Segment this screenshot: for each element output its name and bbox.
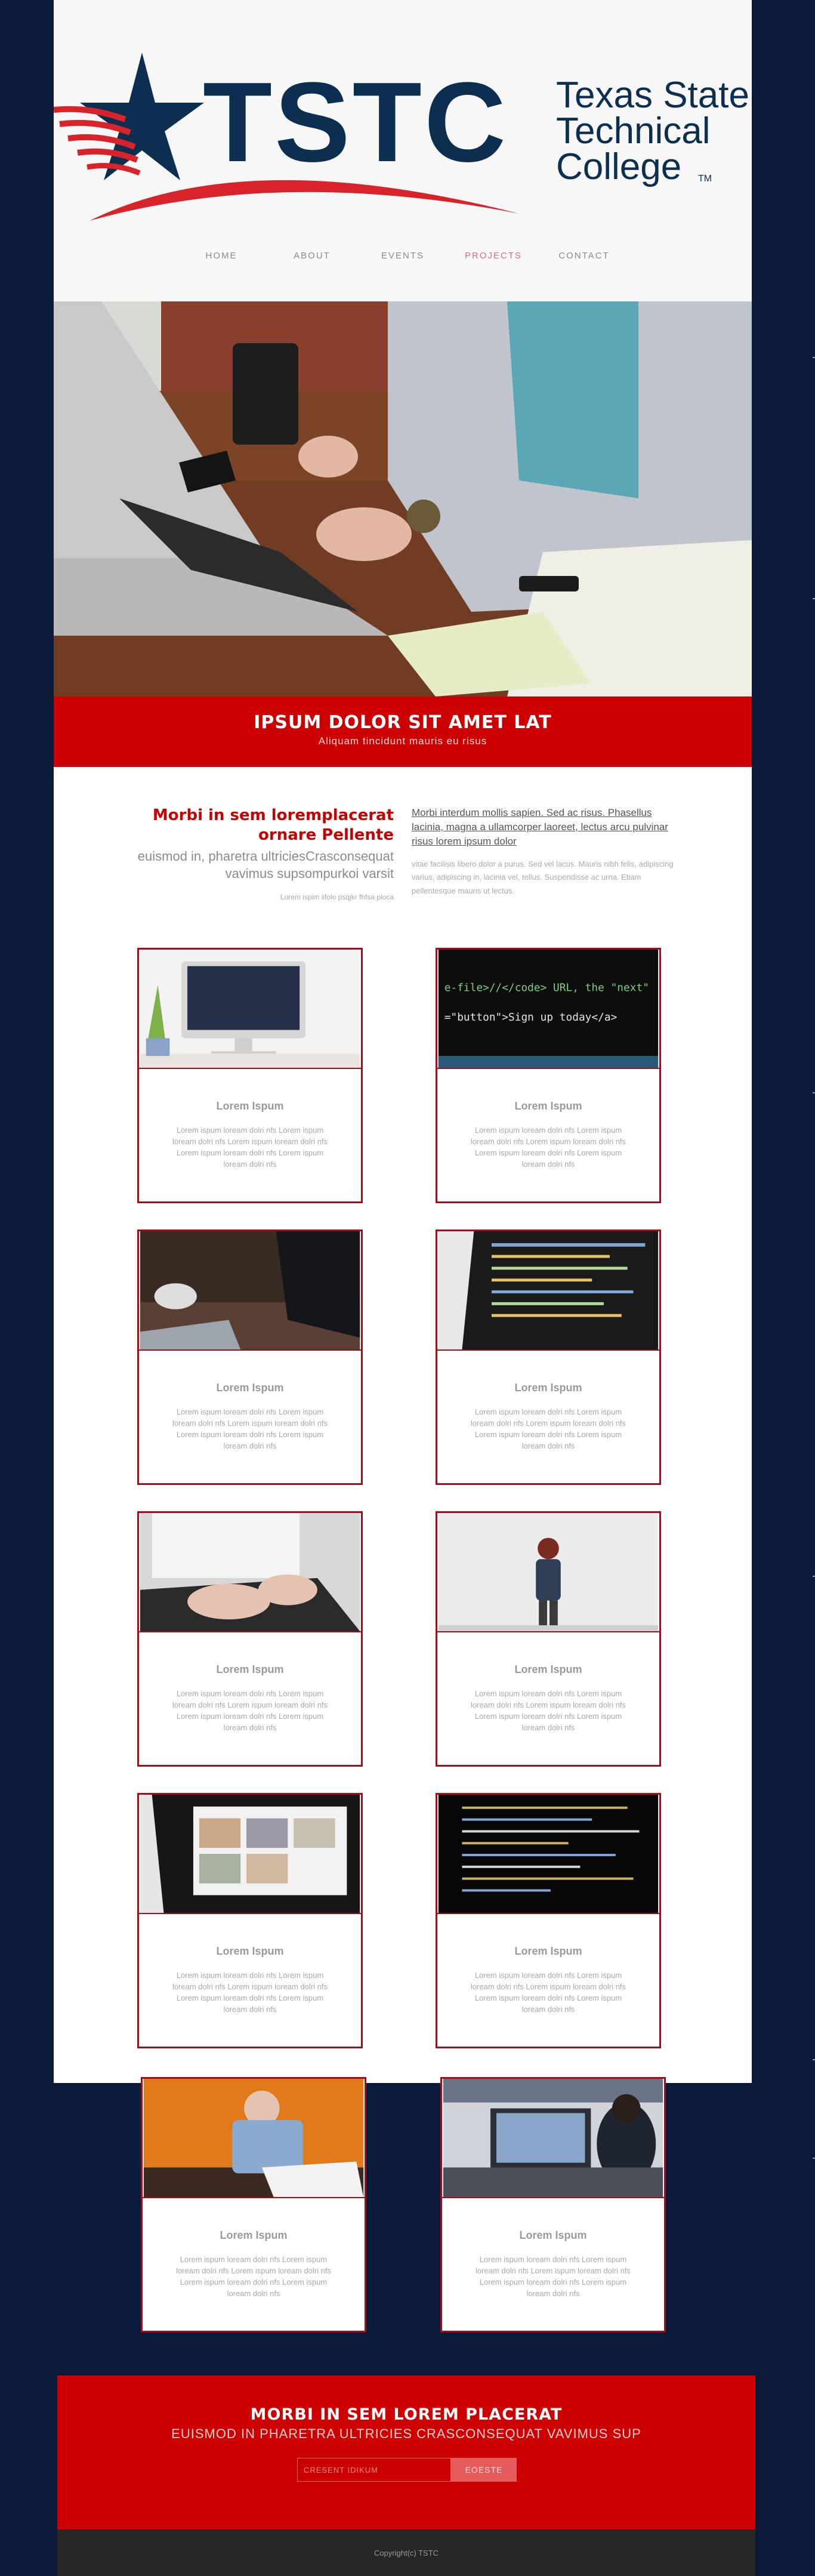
logo-star — [80, 53, 204, 180]
main-nav: HOME ABOUT EVENTS PROJECTS CONTACT — [54, 251, 752, 261]
project-card[interactable]: Lorem Ispum Lorem ispum loream dolri nfs… — [137, 948, 363, 1203]
hero-banner: IPSUM DOLOR SIT AMET LAT Aliquam tincidu… — [54, 697, 752, 767]
card-image-terminal — [437, 1795, 659, 1914]
svg-text:="button">Sign up today</a>: ="button">Sign up today</a> — [444, 1011, 618, 1024]
card-text: Lorem ispum loream dolri nfs Lorem ispum… — [172, 1407, 328, 1450]
card-title: Lorem Ispum — [220, 2229, 288, 2241]
copyright-text: Copyright(c) TSTC — [373, 2549, 439, 2557]
card-text: Lorem ispum loream dolri nfs Lorem ispum… — [470, 1126, 626, 1169]
site-header: TSTC Texas State Technical College TM HO… — [54, 0, 752, 301]
logo-name-line3: College — [556, 146, 681, 187]
logo-name-line1: Texas State — [556, 75, 749, 116]
newsletter-title: MORBI IN SEM LOREM PLACERAT — [250, 2405, 563, 2424]
card-title: Lorem Ispum — [216, 1945, 284, 1957]
card-image-office — [442, 2079, 664, 2198]
intro-small-text: Lorem ispim lifolo psqjkr fhfsa ploca — [280, 893, 394, 902]
card-image-monitor-code — [437, 1231, 659, 1351]
project-card[interactable]: Lorem Ispum Lorem ispum loream dolri nfs… — [436, 1230, 661, 1485]
logo-abbr: TSTC — [203, 59, 508, 186]
newsletter-email-input[interactable] — [297, 2458, 451, 2482]
site-footer: Copyright(c) TSTC — [57, 2529, 755, 2576]
newsletter-section: MORBI IN SEM LOREM PLACERAT EUISMOD IN P… — [57, 2375, 755, 2529]
intro-right: Morbi interdum mollis sapien. Sed ac ris… — [412, 806, 686, 898]
card-text: Lorem ispum loream dolri nfs Lorem ispum… — [172, 1689, 328, 1732]
card-text: Lorem ispum loream dolri nfs Lorem ispum… — [470, 1689, 626, 1732]
card-title: Lorem Ispum — [514, 1945, 582, 1957]
project-card[interactable]: Lorem Ispum Lorem ispum loream dolri nfs… — [440, 2077, 666, 2332]
page-container: TSTC Texas State Technical College TM HO… — [54, 0, 752, 2083]
newsletter-form: EOESTE — [297, 2458, 517, 2482]
card-text: Lorem ispum loream dolri nfs Lorem ispum… — [470, 1971, 626, 2014]
logo-name-line2: Technical — [556, 110, 710, 152]
project-card[interactable]: e-file>//</code> URL, the "next" ="button… — [436, 948, 661, 1203]
card-image-whiteboard — [437, 1513, 659, 1632]
svg-text:e-file>//</code> URL, the "nex: e-file>//</code> URL, the "next" — [444, 981, 649, 994]
card-title: Lorem Ispum — [216, 1100, 284, 1112]
card-title: Lorem Ispum — [216, 1663, 284, 1675]
card-text: Lorem ispum loream dolri nfs Lorem ispum… — [172, 1971, 328, 2014]
project-card[interactable]: Lorem Ispum Lorem ispum loream dolri nfs… — [137, 1793, 363, 2048]
nav-home[interactable]: HOME — [176, 251, 267, 261]
card-title: Lorem Ispum — [216, 1382, 284, 1394]
nav-projects[interactable]: PROJECTS — [448, 251, 539, 261]
card-text: Lorem ispum loream dolri nfs Lorem ispum… — [475, 2255, 631, 2298]
project-card[interactable]: Lorem Ispum Lorem ispum loream dolri nfs… — [436, 1793, 661, 2048]
hero-image — [54, 301, 752, 697]
project-card[interactable]: Lorem Ispum Lorem ispum loream dolri nfs… — [137, 1230, 363, 1485]
nav-contact[interactable]: CONTACT — [539, 251, 629, 261]
project-card[interactable]: Lorem Ispum Lorem ispum loream dolri nfs… — [436, 1511, 661, 1767]
nav-about[interactable]: ABOUT — [267, 251, 357, 261]
card-title: Lorem Ispum — [514, 1382, 582, 1394]
card-image-laptop-gallery — [139, 1795, 361, 1914]
banner-subtitle: Aliquam tincidunt mauris eu risus — [318, 735, 487, 747]
card-text: Lorem ispum loream dolri nfs Lorem ispum… — [172, 1126, 328, 1169]
card-title: Lorem Ispum — [519, 2229, 587, 2241]
card-image-imac — [139, 950, 361, 1069]
project-card[interactable]: Lorem Ispum Lorem ispum loream dolri nfs… — [141, 2077, 366, 2332]
banner-title: IPSUM DOLOR SIT AMET LAT — [254, 712, 552, 733]
card-title: Lorem Ispum — [514, 1100, 582, 1112]
intro-subheading: euismod in, pharetra ultriciesCrasconseq… — [137, 849, 394, 881]
card-image-typing — [139, 1513, 361, 1632]
logo-tm: TM — [698, 174, 712, 184]
card-text: Lorem ispum loream dolri nfs Lorem ispum… — [175, 2255, 332, 2298]
newsletter-subtitle: EUISMOD IN PHARETRA ULTRICIES CRASCONSEQ… — [171, 2426, 641, 2441]
card-image-code: e-file>//</code> URL, the "next" ="button… — [437, 950, 659, 1069]
intro-lead-link[interactable]: Morbi interdum mollis sapien. Sed ac ris… — [412, 806, 686, 848]
card-text: Lorem ispum loream dolri nfs Lorem ispum… — [470, 1407, 626, 1450]
intro-left: Morbi in sem loremplacerat ornare Pellen… — [137, 806, 394, 901]
card-image-writing — [143, 2079, 365, 2198]
tstc-logo[interactable]: TSTC Texas State Technical College TM — [54, 48, 752, 227]
intro-body: vitae facilisis libero dolor a purus. Se… — [412, 859, 674, 895]
intro-heading: Morbi in sem loremplacerat ornare Pellen… — [152, 806, 394, 844]
project-card[interactable]: Lorem Ispum Lorem ispum loream dolri nfs… — [137, 1511, 363, 1767]
scrollbar-marks — [811, 0, 815, 2576]
card-image-desk — [139, 1231, 361, 1351]
card-title: Lorem Ispum — [514, 1663, 582, 1675]
nav-events[interactable]: EVENTS — [357, 251, 448, 261]
newsletter-submit-button[interactable]: EOESTE — [451, 2458, 517, 2482]
